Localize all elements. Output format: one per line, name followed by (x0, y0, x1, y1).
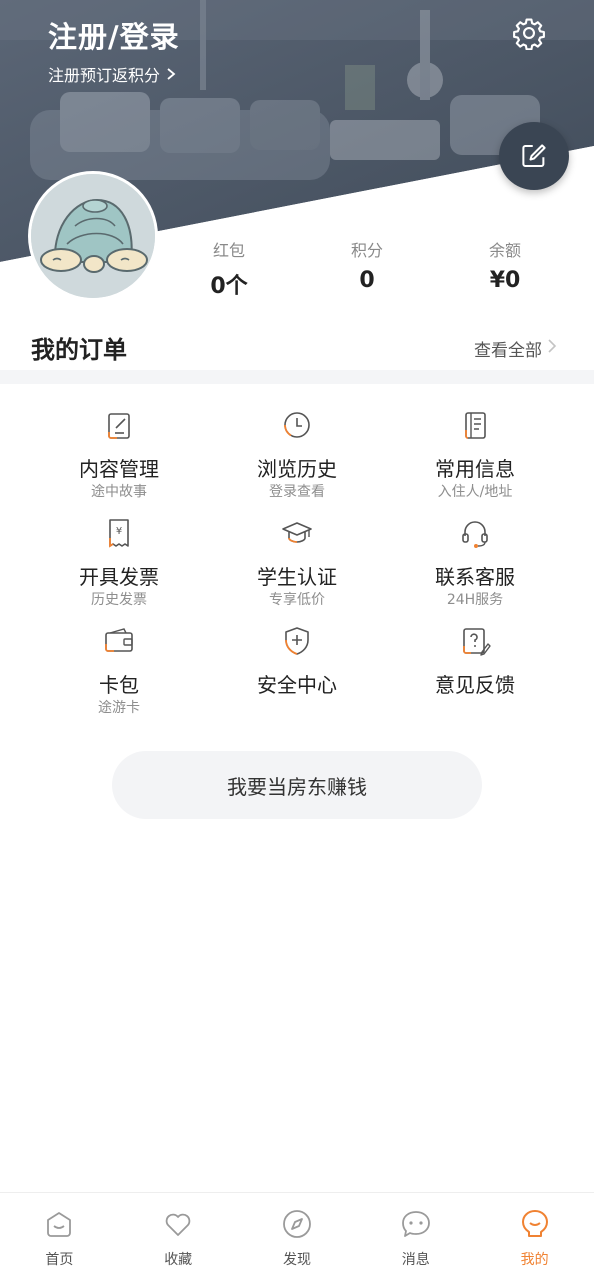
service-sublabel (208, 698, 386, 718)
service-browse-history[interactable]: 浏览历史 登录查看 (208, 408, 386, 508)
orders-section-header: 我的订单 查看全部 (0, 328, 594, 368)
nav-label: 发现 (282, 1252, 311, 1268)
nav-favorites[interactable]: 收藏 (119, 1193, 238, 1280)
service-label: 卡包 (99, 673, 139, 697)
graduation-cap-icon (282, 522, 312, 543)
avatar[interactable] (31, 174, 155, 298)
nav-label: 消息 (401, 1252, 430, 1268)
service-label: 联系客服 (435, 565, 515, 589)
profile-icon (521, 1210, 548, 1237)
service-sublabel: 途游卡 (98, 700, 140, 716)
become-landlord-button[interactable]: 我要当房东赚钱 (112, 751, 482, 819)
service-student-verify[interactable]: 学生认证 专享低价 (208, 516, 386, 616)
service-label: 开具发票 (79, 565, 159, 589)
info-notebook-icon (465, 412, 486, 439)
register-reward-link[interactable]: 注册预订返积分 (48, 62, 176, 86)
chevron-right-icon (167, 68, 176, 80)
service-sublabel: 专享低价 (269, 592, 325, 608)
gear-icon (513, 18, 545, 50)
service-label: 意见反馈 (435, 673, 515, 697)
default-avatar-image (31, 174, 155, 298)
service-label: 内容管理 (79, 457, 159, 481)
service-sublabel: 24H服务 (446, 592, 504, 608)
service-sublabel: 入住人/地址 (437, 484, 513, 500)
stat-label: 余额 (488, 241, 521, 260)
service-label: 常用信息 (435, 457, 515, 481)
stat-red-packet[interactable]: 红包 0个 (160, 240, 298, 300)
view-all-orders-link[interactable]: 查看全部 (474, 336, 542, 361)
compass-icon (283, 1210, 311, 1238)
service-invoice[interactable]: ¥ 开具发票 历史发票 (30, 516, 208, 616)
nav-home[interactable]: 首页 (0, 1193, 119, 1280)
service-sublabel: 历史发票 (91, 592, 147, 608)
service-sublabel: 登录查看 (269, 484, 325, 500)
wallet-icon (105, 628, 133, 652)
edit-profile-button[interactable] (499, 122, 569, 190)
service-customer-support[interactable]: 联系客服 24H服务 (386, 516, 564, 616)
service-security-center[interactable]: 安全中心 (208, 624, 386, 724)
invoice-icon: ¥ (109, 519, 129, 548)
service-common-info[interactable]: 常用信息 入住人/地址 (386, 408, 564, 508)
nav-label: 收藏 (164, 1252, 193, 1268)
wallet-stats: 红包 0个 积分 0 余额 ¥0 (160, 240, 574, 300)
nav-label: 首页 (45, 1252, 74, 1268)
login-register-title[interactable]: 注册/登录 (48, 14, 180, 56)
stat-value: ¥0 (489, 268, 521, 293)
home-icon (47, 1212, 72, 1237)
settings-button[interactable] (510, 14, 548, 52)
stat-label: 红包 (212, 241, 245, 260)
content-manage-icon (108, 413, 130, 439)
service-sublabel (386, 698, 564, 718)
nav-discover[interactable]: 发现 (238, 1193, 357, 1280)
bottom-navigation: 首页 收藏 发现 消息 我的 (0, 1192, 594, 1280)
stat-label: 积分 (350, 241, 383, 260)
service-feedback[interactable]: 意见反馈 (386, 624, 564, 724)
service-label: 学生认证 (257, 565, 337, 589)
section-divider (0, 370, 594, 384)
history-clock-icon (284, 412, 310, 438)
nav-label: 我的 (520, 1252, 549, 1268)
nav-messages[interactable]: 消息 (356, 1193, 475, 1280)
svg-text:¥: ¥ (116, 526, 122, 537)
service-sublabel: 途中故事 (91, 484, 147, 500)
shield-icon (285, 627, 309, 655)
orders-title: 我的订单 (31, 336, 127, 364)
register-reward-text: 注册预订返积分 (48, 66, 161, 85)
stat-points[interactable]: 积分 0 (298, 240, 436, 300)
heart-icon (165, 1213, 191, 1236)
service-label: 浏览历史 (257, 457, 337, 481)
stat-balance[interactable]: 余额 ¥0 (436, 240, 574, 300)
profile-header: 注册/登录 注册预订返积分 红包 0个 积分 0 余额 ¥0 (0, 0, 594, 300)
headset-icon (462, 521, 488, 548)
edit-pencil-icon (522, 144, 546, 167)
stat-value: 0 (359, 268, 375, 293)
service-label: 安全中心 (257, 673, 337, 697)
stat-value: 0个 (210, 274, 248, 299)
feedback-icon (463, 628, 491, 656)
service-card-wallet[interactable]: 卡包 途游卡 (30, 624, 208, 724)
service-content-manage[interactable]: 内容管理 途中故事 (30, 408, 208, 508)
chat-icon (401, 1211, 430, 1237)
chevron-right-icon (548, 339, 557, 353)
nav-profile[interactable]: 我的 (475, 1193, 594, 1280)
